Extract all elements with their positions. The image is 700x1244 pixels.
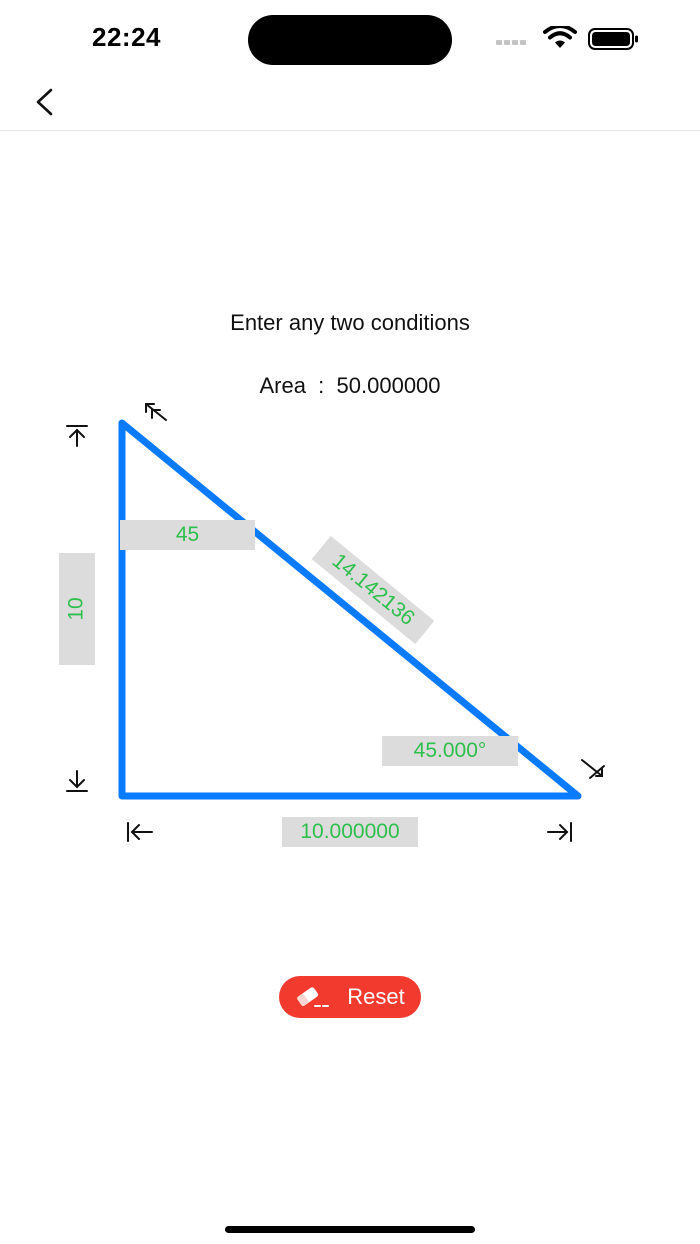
area-separator: : — [318, 373, 325, 398]
arrow-up-left-icon — [145, 403, 167, 421]
triangle-canvas — [66, 403, 605, 842]
bottom-angle-input[interactable]: 45.000° — [382, 736, 518, 766]
top-angle-input[interactable]: 45 — [120, 520, 255, 550]
height-input[interactable]: 10 — [59, 553, 95, 665]
arrow-right-to-bar-icon — [547, 822, 572, 842]
area-label: Area — [259, 373, 306, 398]
base-input[interactable]: 10.000000 — [282, 817, 418, 847]
home-indicator[interactable] — [225, 1226, 475, 1233]
reset-button[interactable]: Reset — [279, 976, 421, 1018]
triangle-diagram: 10 45 14.142136 45.000° 10.000000 — [0, 0, 700, 1244]
back-button[interactable] — [22, 80, 66, 124]
height-value: 10 — [64, 597, 88, 621]
arrow-down-to-bar-icon — [66, 770, 88, 792]
top-angle-value: 45 — [175, 523, 200, 546]
base-value: 10.000000 — [300, 820, 400, 843]
cellular-signal-icon — [496, 40, 534, 46]
eraser-icon — [297, 987, 330, 1007]
chevron-left-icon — [36, 88, 53, 116]
instruction-text: Enter any two conditions — [230, 310, 470, 335]
hypotenuse-input[interactable]: 14.142136 — [311, 535, 435, 645]
status-bar: 22:24 — [0, 0, 700, 80]
navigation-bar — [0, 80, 700, 131]
area-row: Area : 50.000000 — [0, 373, 700, 399]
arrow-down-right-icon — [581, 759, 605, 779]
status-time: 22:24 — [92, 22, 161, 52]
battery-icon — [588, 28, 638, 50]
arrow-left-to-bar-icon — [127, 822, 153, 842]
arrow-up-to-bar-icon — [66, 425, 88, 447]
hypotenuse-value: 14.142136 — [327, 549, 419, 631]
bottom-angle-value: 45.000° — [413, 739, 487, 762]
reset-label: Reset — [347, 984, 405, 1009]
wifi-icon — [543, 26, 577, 48]
area-value: 50.000000 — [336, 373, 441, 398]
dynamic-island — [248, 15, 452, 65]
